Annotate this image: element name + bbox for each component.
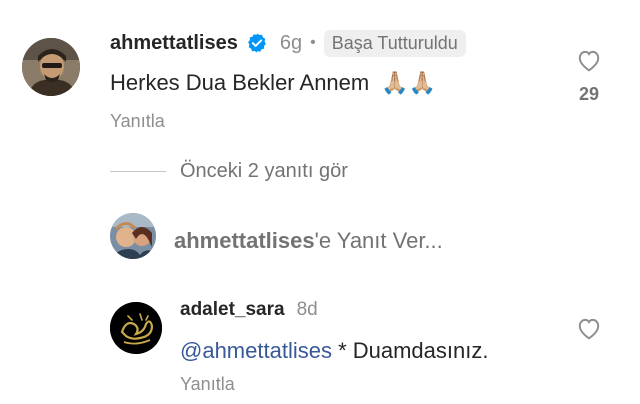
reply-input[interactable]: ahmettatlises'e Yanıt Ver... (174, 228, 443, 254)
reply-reply-button[interactable]: Yanıtla (180, 374, 235, 395)
view-replies-label: Önceki 2 yanıtı gör (180, 159, 348, 182)
reply-text-content: * Duamdasınız. (331, 338, 489, 363)
verified-badge-icon (246, 32, 268, 54)
comment-text-content: Herkes Dua Bekler Annem (110, 70, 370, 95)
like-count: 29 (578, 84, 600, 104)
reply-header: adalet_sara 8d (180, 298, 318, 322)
reply-button[interactable]: Yanıtla (110, 111, 165, 132)
reply-avatar[interactable] (110, 302, 162, 354)
heart-outline-icon[interactable] (576, 48, 602, 72)
comment-header: ahmettatlises 6g • Başa Tutturuldu (110, 29, 466, 57)
pinned-badge: Başa Tutturuldu (323, 29, 466, 57)
reply-username[interactable]: adalet_sara (180, 299, 285, 321)
reply-text: @ahmettatlises * Duamdasınız. (180, 338, 488, 364)
comment-time: 6g (279, 31, 303, 54)
mention-link[interactable]: @ahmettatlises (180, 338, 332, 363)
divider-line (110, 170, 166, 172)
comment-username[interactable]: ahmettatlises (110, 32, 238, 55)
reply-time: 8d (296, 299, 318, 320)
separator-dot: • (310, 34, 316, 51)
view-previous-replies[interactable]: Önceki 2 yanıtı gör (110, 160, 348, 182)
reply-avatar-image (110, 302, 162, 354)
reply-target-username: ahmettatlises (174, 228, 315, 253)
current-user-avatar-image (110, 213, 156, 259)
comment-emoji: 🙏🏼🙏🏼 (381, 70, 437, 95)
comment-text: Herkes Dua Bekler Annem 🙏🏼🙏🏼 (110, 70, 436, 96)
reply-prompt-text: 'e Yanıt Ver... (314, 228, 443, 253)
avatar[interactable] (22, 38, 80, 96)
avatar-image (22, 38, 80, 96)
current-user-avatar (110, 213, 156, 259)
heart-outline-icon[interactable] (576, 316, 602, 340)
